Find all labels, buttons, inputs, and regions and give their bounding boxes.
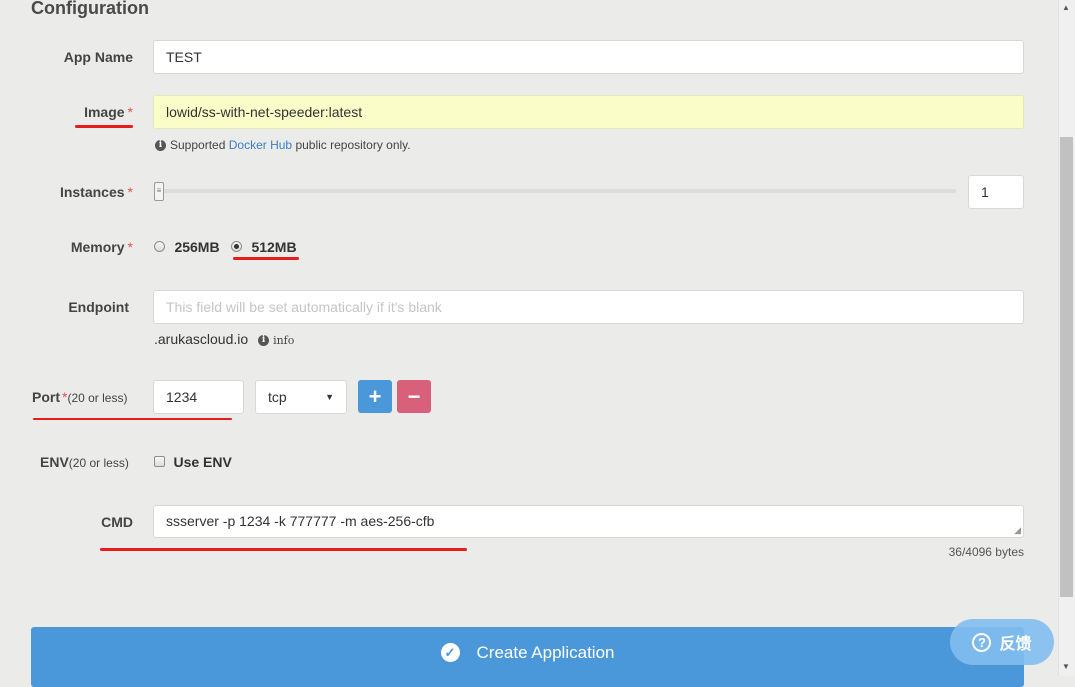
image-label: Image * [84,104,133,120]
annotation-underline-image [75,125,133,128]
scroll-up-arrow-icon[interactable]: ▲ [1062,3,1070,12]
endpoint-suffix: .arukascloud.io i info [154,331,295,347]
endpoint-info-link[interactable]: info [273,334,294,347]
image-help-text: i Supported Docker Hub public repository … [155,138,411,152]
page-title: Configuration [31,0,149,18]
protocol-select[interactable]: tcp ▼ [255,380,347,414]
add-port-button[interactable]: + [358,380,392,413]
scrollbar-thumb[interactable] [1060,137,1073,597]
use-env-checkbox[interactable] [154,456,165,468]
image-input[interactable]: lowid/ss-with-net-speeder:latest [153,95,1024,129]
memory-option-512[interactable]: 512MB [231,238,297,256]
cmd-textarea[interactable]: ssserver -p 1234 -k 777777 -m aes-256-cf… [153,505,1024,538]
port-number-input[interactable]: 1234 [153,380,244,414]
docker-hub-link[interactable]: Docker Hub [229,138,292,152]
remove-port-button[interactable]: − [397,380,431,413]
instances-slider-track[interactable] [158,189,956,193]
app-name-label: App Name [63,49,133,65]
app-name-input[interactable]: TEST [153,40,1024,74]
instances-label: Instances * [59,184,133,200]
scroll-down-arrow-icon[interactable]: ▼ [1062,662,1070,671]
question-circle-icon: ? [972,632,992,652]
instances-slider-handle[interactable]: ≡ [154,182,164,201]
check-circle-icon: ✓ [440,643,460,662]
port-label: Port *(20 or less) [32,389,128,405]
use-env-option[interactable]: Use ENV [154,453,232,471]
create-application-button[interactable]: ✓ Create Application [31,627,1024,687]
radio-256mb[interactable] [154,241,165,253]
endpoint-input[interactable]: This field will be set automatically if … [153,290,1024,324]
annotation-underline-memory [233,257,299,260]
annotation-underline-port [33,418,232,420]
feedback-button[interactable]: ? 反馈 [950,619,1054,665]
resize-handle-icon: ◢ [1014,525,1021,535]
instances-number-input[interactable]: 1 [968,175,1024,209]
env-label: ENV(20 or less) [40,454,129,470]
info-circle-icon: i [155,140,166,152]
memory-option-256[interactable]: 256MB [154,238,220,256]
dropdown-arrow-icon: ▼ [325,392,334,402]
endpoint-label: Endpoint [68,299,129,315]
memory-label: Memory * [70,239,133,255]
radio-512mb[interactable] [231,241,242,253]
cmd-byte-count: 36/4096 bytes [948,545,1024,559]
cmd-label: CMD [101,514,133,530]
annotation-underline-cmd [100,548,467,551]
info-circle-icon: i [258,334,270,346]
